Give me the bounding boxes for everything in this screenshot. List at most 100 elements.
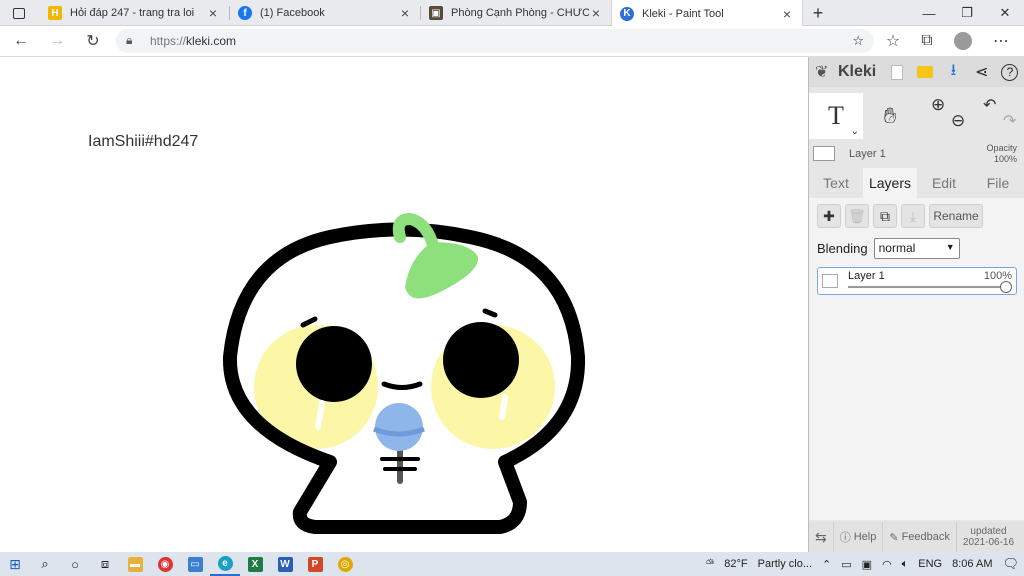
task-view-icon[interactable]: ⧈ xyxy=(90,552,120,576)
right-highlight xyxy=(499,394,508,420)
slider-handle[interactable] xyxy=(1000,281,1012,293)
close-icon[interactable]: × xyxy=(206,5,220,21)
layer-list-item[interactable]: Layer 1 100% xyxy=(817,267,1017,295)
close-icon[interactable]: × xyxy=(589,5,603,21)
download-icon[interactable]: ⭳ xyxy=(939,57,967,87)
profile-avatar[interactable] xyxy=(952,30,974,52)
mouth xyxy=(381,381,423,390)
drawing-canvas[interactable]: IamShiii#hd247 xyxy=(0,57,808,552)
clock[interactable]: 8:06 AM xyxy=(947,558,997,570)
help-button[interactable]: ⓘ Help xyxy=(834,522,884,552)
more-options-icon[interactable]: ⋯ xyxy=(990,30,1012,52)
opacity-value: 100% xyxy=(993,154,1017,164)
delete-layer-button[interactable]: 🗑︎ xyxy=(845,204,869,228)
weather-text[interactable]: Partly clo... xyxy=(753,558,817,570)
blending-select[interactable]: normal ▼ xyxy=(873,238,960,259)
chrome-icon[interactable]: ◎ xyxy=(330,552,360,576)
tab-text[interactable]: Text xyxy=(809,168,863,198)
zoom-buttons[interactable]: ⊕ ⊖ xyxy=(917,93,971,139)
updated-date: 2021-06-16 xyxy=(962,537,1015,548)
layer-opacity-slider[interactable] xyxy=(848,286,1008,288)
refresh-button[interactable]: ↻ xyxy=(82,30,104,52)
sprout-leaf xyxy=(405,242,479,299)
rename-button[interactable]: Rename xyxy=(929,204,983,228)
tab-facebook[interactable]: f (1) Facebook × xyxy=(230,0,420,26)
tab-file[interactable]: File xyxy=(971,168,1024,198)
remote-desktop-icon[interactable]: ▭ xyxy=(180,552,210,576)
text-tool-button[interactable]: T ⌄ xyxy=(809,93,863,139)
word-icon[interactable]: W xyxy=(270,552,300,576)
help-icon: ⓘ xyxy=(839,532,851,544)
file-explorer-icon[interactable]: ▬ xyxy=(120,552,150,576)
wifi-icon[interactable]: ◠ xyxy=(877,558,897,571)
new-tab-button[interactable]: + xyxy=(806,0,830,26)
app-icon[interactable]: ◉ xyxy=(150,552,180,576)
feedback-button[interactable]: ✎ Feedback xyxy=(883,522,957,552)
tab-hoidap[interactable]: H Hỏi đáp 247 - trang tra loi × xyxy=(40,0,228,26)
edge-icon[interactable]: e xyxy=(210,552,240,576)
address-bar[interactable]: 🔒︎ https://kleki.com ☆ xyxy=(116,29,874,53)
feedback-label: Feedback xyxy=(901,531,950,543)
tab-edit[interactable]: Edit xyxy=(917,168,971,198)
add-favorite-icon[interactable]: ☆ xyxy=(852,33,864,49)
tab-kleki[interactable]: K Kleki - Paint Tool × xyxy=(611,0,803,27)
url-scheme: https:// xyxy=(150,34,187,48)
character-drawing xyxy=(222,212,586,534)
search-icon[interactable]: ⌕ xyxy=(30,552,60,576)
battery-icon[interactable]: ▭ xyxy=(836,558,856,571)
tab-layers[interactable]: Layers xyxy=(863,168,917,198)
back-button[interactable]: ← xyxy=(10,30,32,52)
arrow-right-icon: → xyxy=(49,32,65,49)
tool-row: T ⌄ ✋︎ ⊕ ⊖ ↶ ↷ xyxy=(809,93,1024,139)
opacity-label: Opacity xyxy=(986,143,1017,153)
url-text[interactable]: https://kleki.com xyxy=(150,34,236,48)
start-button[interactable]: ⊞ xyxy=(0,552,30,576)
minimize-icon[interactable]: — xyxy=(910,0,948,26)
tab-story[interactable]: ▣ Phòng Cạnh Phòng - CHƯƠNG 8 × xyxy=(421,0,611,26)
panel-tabs: Text Layers Edit File xyxy=(809,168,1024,198)
favorites-icon[interactable]: ☆ xyxy=(882,30,904,52)
forward-button[interactable]: → xyxy=(46,30,68,52)
close-window-icon[interactable]: ✕ xyxy=(986,0,1024,26)
updated-label: updated xyxy=(970,526,1007,537)
volume-icon[interactable]: 🔈︎ xyxy=(897,558,914,571)
undo-redo-buttons[interactable]: ↶ ↷ xyxy=(971,93,1024,139)
tab-actions-button[interactable] xyxy=(0,0,38,26)
windows-icon: ⊞ xyxy=(9,555,21,572)
lock-icon: 🔒︎ xyxy=(126,33,133,47)
language-indicator[interactable]: ENG xyxy=(913,558,947,570)
layer-opacity: 100% xyxy=(983,270,1012,282)
chevron-up-icon[interactable]: ⌃ xyxy=(817,558,836,571)
display-icon[interactable]: ▣ xyxy=(857,558,877,571)
undo-icon[interactable]: ↶ xyxy=(983,95,996,115)
add-layer-button[interactable]: ✚ xyxy=(817,204,841,228)
weather-icon: ⛅︎ xyxy=(705,557,715,570)
powerpoint-icon[interactable]: P xyxy=(300,552,330,576)
kleki-logo[interactable]: ❦ Kleki xyxy=(815,62,883,82)
layer-preview-name: Layer 1 xyxy=(849,148,886,160)
active-layer-preview: Layer 1 Opacity 100% xyxy=(809,143,1024,167)
new-image-icon[interactable] xyxy=(883,57,911,87)
merge-layer-button[interactable]: ⤓ xyxy=(901,204,925,228)
layer-thumbnail xyxy=(813,146,835,161)
arrow-left-icon: ← xyxy=(13,32,29,49)
restore-icon[interactable]: ❐ xyxy=(948,0,986,26)
hand-tool-button[interactable]: ✋︎ xyxy=(863,93,917,139)
notification-icon[interactable]: 🗨︎ xyxy=(997,556,1024,572)
share-icon[interactable]: ⋖ xyxy=(968,57,996,87)
close-icon[interactable]: × xyxy=(780,6,794,22)
cortana-icon[interactable]: ○ xyxy=(60,552,90,576)
collections-icon[interactable]: ⧉ xyxy=(916,30,938,52)
feedback-icon: ✎ xyxy=(889,531,899,544)
redo-icon[interactable]: ↷ xyxy=(1003,111,1016,131)
excel-icon[interactable]: X xyxy=(240,552,270,576)
duplicate-layer-button[interactable]: ⧉ xyxy=(873,204,897,228)
close-icon[interactable]: × xyxy=(398,5,412,21)
zoom-in-icon[interactable]: ⊕ xyxy=(931,95,945,115)
swap-icon: ⇆ xyxy=(815,528,827,545)
swap-side-button[interactable]: ⇆ xyxy=(809,522,834,552)
help-icon[interactable]: ? xyxy=(996,57,1024,87)
zoom-out-icon[interactable]: ⊖ xyxy=(951,111,965,131)
open-folder-icon[interactable] xyxy=(911,57,939,87)
right-eye xyxy=(443,322,519,398)
